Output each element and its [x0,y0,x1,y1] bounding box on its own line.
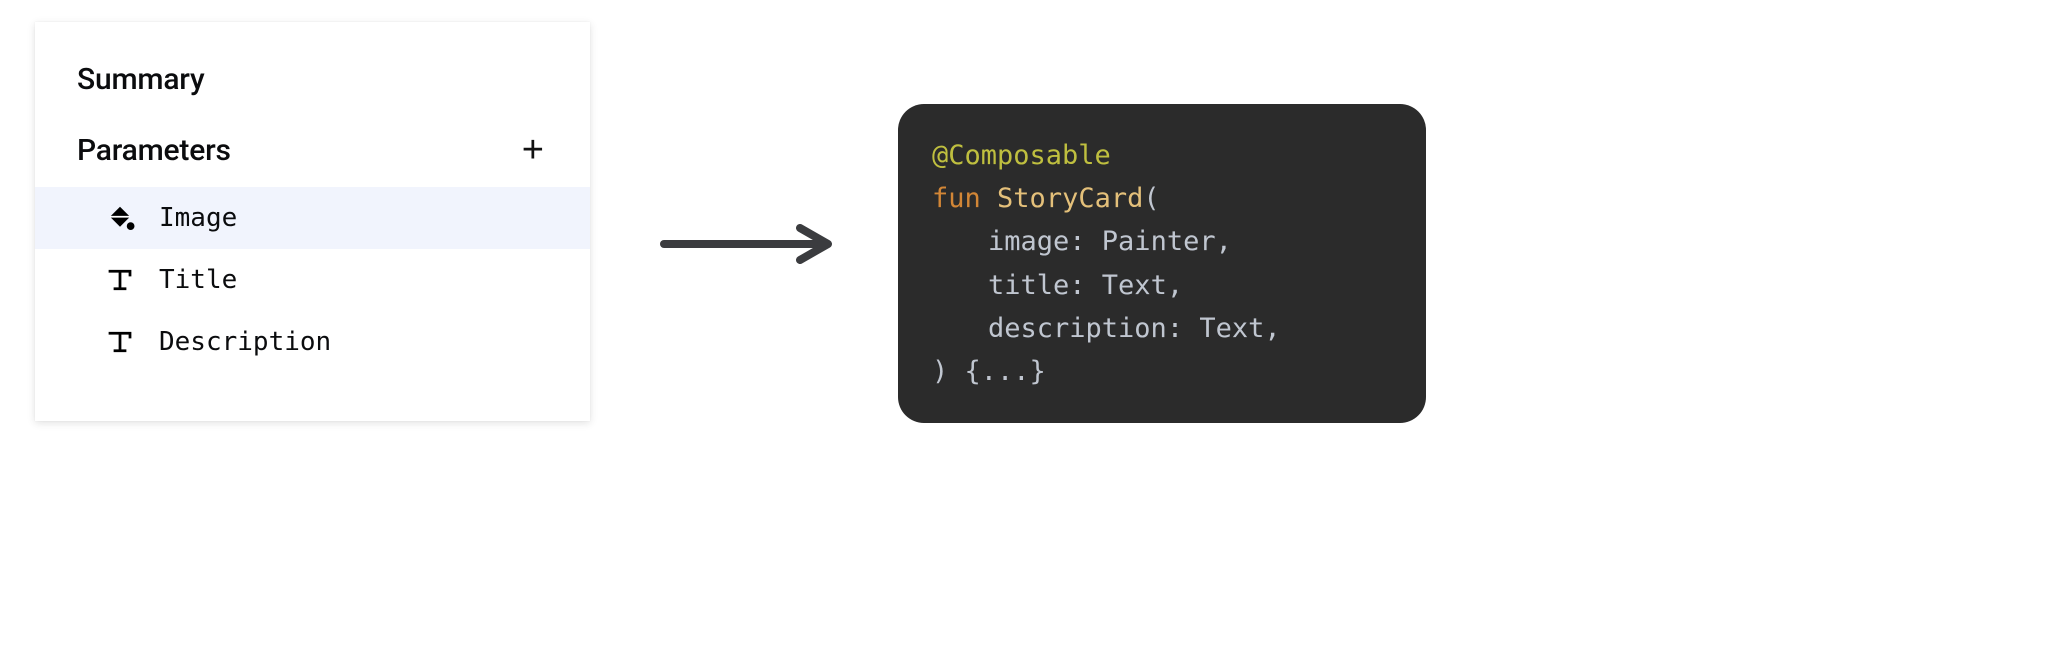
parameter-row-title[interactable]: Title [35,249,590,311]
code-param-type: Text [1102,270,1167,301]
code-preview: @Composable fun StoryCard( image: Painte… [898,104,1426,423]
code-line: description: Text, [932,307,1392,350]
parameter-label: Title [159,265,237,295]
code-body: {...} [965,356,1046,387]
code-line: ) {...} [932,350,1392,393]
code-line: fun StoryCard( [932,177,1392,220]
text-icon [105,327,135,357]
code-param-name: description [988,313,1167,344]
code-line: image: Painter, [932,220,1392,263]
parameter-label: Image [159,203,237,233]
properties-panel: Summary Parameters + Image Title [35,22,590,421]
parameters-section-title: Parameters [77,133,231,168]
code-fn-name: StoryCard [997,183,1143,214]
parameters-section-header: Parameters + [35,119,590,187]
code-line: @Composable [932,134,1392,177]
code-param-type: Text [1199,313,1264,344]
code-param-type: Painter [1102,226,1216,257]
code-param-name: title [988,270,1069,301]
text-icon [105,265,135,295]
arrow-right-icon [660,224,840,264]
code-line: title: Text, [932,264,1392,307]
fill-icon [105,203,135,233]
code-param-name: image [988,226,1069,257]
panel-heading-summary: Summary [35,22,590,119]
add-parameter-button[interactable]: + [518,131,548,169]
code-keyword-fun: fun [932,183,981,214]
parameter-row-description[interactable]: Description [35,311,590,373]
code-annotation: @Composable [932,140,1111,171]
parameter-row-image[interactable]: Image [35,187,590,249]
parameter-label: Description [159,327,331,357]
